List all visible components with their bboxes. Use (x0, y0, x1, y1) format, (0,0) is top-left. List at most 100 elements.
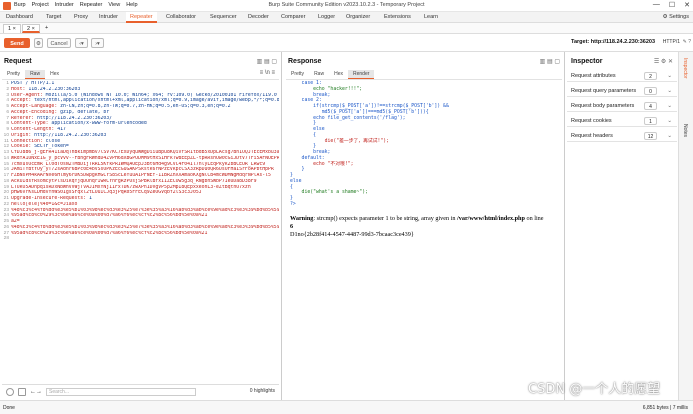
menu-bar: Burp Project Intruder Repeater View Help (14, 2, 138, 8)
layout-icons[interactable]: ▥ ▤ ▢ (540, 58, 560, 65)
menu-intruder[interactable]: Intruder (55, 2, 74, 8)
line-number: 22 (3, 201, 9, 207)
request-line: FZBNsPM4kAArNVe6Hlmy6rDK5DwpgkHGCYS8ScLe… (11, 173, 271, 178)
tab-collaborator[interactable]: Collaborator (162, 12, 200, 23)
back-button[interactable]: ‹▾ (75, 38, 88, 48)
new-tab-button[interactable]: + (41, 24, 52, 33)
repeater-tabs: 1 × 2 × + (0, 23, 693, 34)
line-number: 10 (3, 132, 9, 138)
section-count: 12 (644, 132, 657, 140)
layout-icons[interactable]: ▥ ▤ ▢ (257, 58, 277, 65)
side-tab-strip: Inspector Notes (678, 52, 693, 400)
section-label: Request cookies (571, 118, 612, 124)
response-panel: Response ▥ ▤ ▢ Pretty Raw Hex Render cas… (284, 52, 565, 400)
status-text: Done (3, 405, 15, 411)
warning-line-label: on line (524, 215, 544, 222)
request-title: Request (4, 58, 32, 65)
settings-gear-icon[interactable]: ⚙ (34, 38, 43, 48)
menu-burp[interactable]: Burp (14, 2, 26, 8)
tab-proxy[interactable]: Proxy (70, 12, 92, 23)
search-input[interactable]: Search... (46, 388, 196, 396)
forward-button[interactable]: ›▾ (91, 38, 104, 48)
close-icon[interactable]: ✕ (684, 1, 690, 9)
tab-decoder[interactable]: Decoder (244, 12, 273, 23)
tab-learn[interactable]: Learn (420, 12, 442, 23)
request-line: %95ad%c8%c0%29%3c%6e%a6%ce%0a%00%d7%a6%f… (11, 230, 208, 236)
request-panel: Request ▥ ▤ ▢ Pretty Raw Hex ≡ \n ≡ 1234… (0, 52, 282, 400)
window-controls: — ☐ ✕ (653, 1, 690, 9)
chevron-down-icon[interactable]: ⌄ (667, 70, 672, 82)
minimize-icon[interactable]: — (653, 1, 660, 9)
line-number: 21 (3, 196, 9, 201)
section-query-parameters[interactable]: Request query parameters 0 ⌄ (567, 85, 677, 97)
repeater-tab-2[interactable]: 2 × (22, 24, 40, 33)
inspector-title: Inspector (571, 58, 603, 65)
source-code: case 1: echo "hacker!!!"; break; case 2:… (290, 81, 562, 208)
tab-target[interactable]: Target (42, 12, 65, 23)
tab-extensions[interactable]: Extensions (380, 12, 415, 23)
response-size: 6,851 bytes | 7 millis (642, 405, 688, 411)
chevron-down-icon[interactable]: ⌄ (667, 100, 672, 112)
tab-organizer[interactable]: Organizer (342, 12, 374, 23)
section-body-parameters[interactable]: Request body parameters 4 ⌄ (567, 100, 677, 112)
tab-dashboard[interactable]: Dashboard (2, 12, 37, 23)
status-bar: Done 6,851 bytes | 7 millis (0, 400, 693, 414)
target-label[interactable]: Target: http://118.24.2.230:36203 (571, 39, 655, 45)
tab-logger[interactable]: Logger (314, 12, 339, 23)
menu-help[interactable]: Help (126, 2, 137, 8)
http-version[interactable]: HTTP/1 (663, 39, 680, 45)
request-line: %48%c3%c4%f8%dd%e3%e5%b1%03%98%ec%d3%e3%… (11, 224, 279, 230)
line-number: 25 (3, 219, 9, 224)
section-label: Request query parameters (571, 88, 637, 94)
chevron-down-icon[interactable]: ⌄ (667, 130, 672, 142)
side-tab-notes[interactable]: Notes (682, 124, 688, 137)
menu-view[interactable]: View (108, 2, 120, 8)
action-bar: Send ⚙ Cancel ‹▾ ›▾ Target: http://118.2… (0, 34, 693, 52)
side-tab-inspector[interactable]: Inspector (682, 58, 688, 79)
tab-repeater[interactable]: Repeater (126, 12, 157, 23)
tab-comparer[interactable]: Comparer (277, 12, 309, 23)
section-cookies[interactable]: Request cookies 1 ⌄ (567, 115, 677, 127)
section-request-attributes[interactable]: Request attributes 2 ⌄ (567, 70, 677, 82)
warning-line: 6 (290, 223, 294, 230)
inspector-icons[interactable]: ☰ ⚙ ✕ (654, 58, 673, 65)
request-body[interactable]: POST / HTTP/1.1 Host: 118.24.2.230:36203 U… (11, 81, 279, 236)
section-headers[interactable]: Request headers 12 ⌄ (567, 130, 677, 142)
edit-target-icon[interactable]: ✎ ? (683, 39, 691, 45)
burp-logo-icon (3, 2, 11, 10)
help-icon[interactable] (6, 388, 14, 396)
search-bar: ←→ Search... 0 highlights (2, 384, 279, 398)
menu-project[interactable]: Project (32, 2, 49, 8)
chevron-down-icon[interactable]: ⌄ (667, 85, 672, 97)
settings-button[interactable]: ⚙ Settings (663, 12, 689, 23)
line-number: 28 (3, 236, 9, 242)
wrap-icon[interactable]: ≡ \n ≡ (260, 70, 275, 76)
watermark: CSDN @一个人的愿望 (528, 382, 661, 397)
repeater-tab-1[interactable]: 1 × (3, 24, 21, 33)
menu-repeater[interactable]: Repeater (80, 2, 103, 8)
send-button[interactable]: Send (4, 38, 30, 48)
render-view[interactable]: case 1: echo "hacker!!!"; break; case 2:… (286, 79, 562, 396)
response-title: Response (288, 58, 322, 65)
warning-label: Warning (290, 215, 314, 222)
section-count: 0 (644, 87, 657, 95)
cancel-button[interactable]: Cancel (47, 38, 71, 48)
chevron-down-icon[interactable]: ⌄ (667, 115, 672, 127)
section-label: Request attributes (571, 73, 616, 79)
code-line: ?> (290, 201, 296, 207)
flag-output: D1no{2b28f414-4547-4487-99d3-7bcaac3ce43… (290, 231, 414, 238)
settings-icon[interactable] (18, 388, 26, 396)
warning-message: : strcmp() expects parameter 1 to be str… (313, 215, 458, 222)
request-line: AckUIdsfRsomcytPlsDikqYjqDUnqrIwRCYnFgRz… (11, 178, 257, 184)
highlights-count: 0 highlights (249, 388, 275, 394)
tab-intruder[interactable]: Intruder (95, 12, 122, 23)
section-label: Request body parameters (571, 103, 635, 109)
maximize-icon[interactable]: ☐ (669, 1, 675, 9)
request-editor[interactable]: 1 2 3 4 5 6 7 8 9 10 11 12 13 14 15 16 17 18 19 20 21 22 23 24 2… (2, 79, 279, 380)
line-numbers: 1 2 3 4 5 6 7 8 9 10 11 12 13 14 15 16 17 18 19 20 21 22 23 24 2… (2, 81, 9, 242)
tab-sequencer[interactable]: Sequencer (206, 12, 241, 23)
section-count: 4 (644, 102, 657, 110)
section-count: 1 (644, 117, 657, 125)
inspector-panel: Inspector ☰ ⚙ ✕ Request attributes 2 ⌄ Req… (567, 52, 677, 400)
nav-arrows-icon[interactable]: ←→ (30, 388, 42, 396)
